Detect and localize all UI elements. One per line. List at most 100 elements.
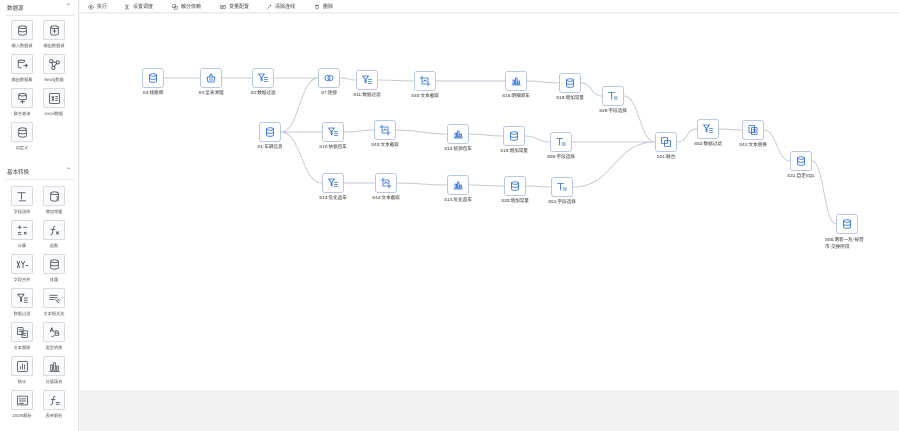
sidebar-section-header[interactable]: 基本转换 ⌃: [0, 166, 78, 180]
flow-node-label: S55:两客一危-按营市-交换所得: [825, 237, 864, 249]
union-query-icon: [11, 88, 33, 108]
sidebar-tool-item[interactable]: 文本格式化: [40, 288, 70, 320]
node-basket-icon: [200, 68, 222, 88]
node-bars-icon: [447, 175, 469, 195]
node-field-icon: [550, 132, 572, 152]
section-divider: [5, 15, 74, 16]
sidebar-tool-item[interactable]: excel数据: [40, 88, 70, 120]
json-parse-icon: [11, 390, 33, 410]
sidebar-tool-item[interactable]: 增加常量: [40, 186, 70, 218]
flow-node-label: S51:字段选择: [548, 199, 576, 204]
flow-node[interactable]: S41:文本替换: [713, 120, 793, 150]
toolbar-button[interactable]: 删除: [314, 0, 333, 13]
node-field-icon: [551, 177, 573, 197]
toolbar-button-label: 执行: [97, 4, 108, 10]
sidebar-section-title: 基本转换: [7, 170, 30, 176]
node-filter-icon: [322, 173, 344, 193]
toolbar-button-label: 设置调度: [133, 4, 154, 10]
flow-node-label: S21:联合: [656, 154, 676, 159]
sidebar-tool-item[interactable]: 排重: [40, 254, 70, 286]
node-crop-icon: [414, 71, 436, 91]
filter-icon: [11, 288, 33, 308]
sidebar-tool-label: excel数据: [44, 111, 64, 116]
flow-node[interactable]: S31:自定SQL: [761, 151, 841, 181]
sidebar-tool-item[interactable]: 函数: [40, 220, 70, 252]
form-parse-icon: [43, 390, 65, 410]
sidebar-tool-item[interactable]: 表单解析: [40, 390, 70, 422]
custom-database-icon: [11, 122, 33, 142]
sidebar-tool-label: 增加常量: [45, 209, 63, 214]
flow-node-label: S43:文本截取: [371, 142, 399, 147]
sidebar-tool-label: 自定义: [15, 145, 29, 150]
toolbar: 执行 设置调度 触分依赖 变量配置 清除连线 删除: [80, 0, 899, 13]
sidebar-tool-label: 类型转换: [45, 345, 63, 350]
database-input-icon: [11, 20, 33, 40]
toolbar-button[interactable]: 设置调度: [124, 0, 153, 13]
type-convert-icon: [43, 322, 65, 342]
node-filter-icon: [322, 122, 344, 142]
toolbar-button[interactable]: 触分依赖: [172, 0, 201, 13]
sidebar-tool-label: 输出数据源: [43, 43, 65, 48]
sidebar-tool-item[interactable]: 分值填充: [40, 356, 70, 388]
node-crop-icon: [374, 120, 396, 140]
sidebar-tool-item[interactable]: 类型转换: [40, 322, 70, 354]
sidebar-tool-label: 排重: [49, 277, 59, 282]
toolbar-button[interactable]: 变量配置: [220, 0, 249, 13]
flow-node[interactable]: S51:字段选择: [522, 177, 602, 207]
node-copy-icon: [742, 120, 764, 140]
sidebar-tool-label: Neo4j数据: [44, 77, 64, 82]
play-icon: [88, 4, 94, 10]
node-database-icon: [259, 122, 281, 142]
toolbar-button[interactable]: 执行: [88, 0, 107, 13]
flow-node-label: S31:自定SQL: [787, 173, 815, 178]
dependency-icon: [172, 4, 178, 10]
field-select-icon: [11, 186, 33, 206]
sidebar-tool-label: 函数: [49, 243, 59, 248]
dedupe-icon: [43, 254, 65, 274]
flow-node-label: S50:字段选择: [547, 154, 575, 159]
toolbar-button[interactable]: 清除连线: [266, 0, 295, 13]
calculator-icon: [11, 220, 33, 240]
flow-node-label: S49:字段选择: [599, 108, 627, 113]
stats-icon: [11, 356, 33, 376]
flow-node-label: S41:文本替换: [739, 142, 767, 147]
database-output-icon: [43, 20, 65, 40]
component-sidebar: 数据源 ⌃ 输入数据源 输出数据源 输出数据集 Neo4j数据 联合查询 excel数据 自定义…: [0, 0, 79, 431]
flow-node[interactable]: S55:两客一危-按营市-交换所得: [807, 214, 887, 249]
chevron-up-icon[interactable]: ⌃: [66, 167, 71, 174]
node-crop-icon: [375, 173, 397, 193]
node-filter-icon: [252, 68, 274, 88]
sidebar-tool-item[interactable]: 输出数据源: [40, 20, 70, 52]
flow-node[interactable]: S43:文本截取: [345, 120, 425, 150]
graph-nodes-icon: [43, 54, 65, 74]
sidebar-section-title: 数据源: [7, 6, 24, 12]
schedule-icon: [124, 4, 130, 10]
node-database-icon: [836, 214, 858, 234]
flow-node[interactable]: S49:字段选择: [573, 86, 653, 116]
text-format-icon: [43, 288, 65, 308]
sidebar-tool-label: 表单解析: [45, 413, 63, 418]
flow-node[interactable]: S44:文本截取: [346, 173, 426, 203]
flow-node[interactable]: S40:文本截取: [385, 71, 465, 101]
bottom-panel: [80, 390, 899, 431]
toolbar-button-label: 清除连线: [275, 4, 296, 10]
sidebar-tool-item[interactable]: 自定义: [8, 122, 38, 154]
node-bars-icon: [505, 71, 527, 91]
delete-icon: [314, 4, 320, 10]
app-window: 数据源 ⌃ 输入数据源 输出数据源 输出数据集 Neo4j数据 联合查询 excel数据 自定义…: [0, 0, 899, 431]
toolbar-button-label: 触分依赖: [181, 4, 202, 10]
flow-node-label: S44:文本截取: [372, 195, 400, 200]
node-field-icon: [602, 86, 624, 106]
flow-node[interactable]: S50:字段选择: [521, 132, 601, 162]
sidebar-section-header[interactable]: 数据源 ⌃: [0, 2, 78, 16]
node-bars-icon: [447, 124, 469, 144]
flow-canvas[interactable]: S2:线路牌 S4:全表清理 S3:数据过滤 S7:连接 S11:数据过滤 S40:文本截…: [80, 14, 899, 390]
chevron-up-icon[interactable]: ⌃: [66, 3, 71, 10]
node-database-icon: [142, 68, 164, 88]
clear-lines-icon: [266, 4, 272, 10]
node-filter-icon: [356, 70, 378, 90]
sidebar-tool-item[interactable]: Neo4j数据: [40, 54, 70, 86]
value-fill-icon: [43, 356, 65, 376]
toolbar-button-label: 变量配置: [229, 4, 250, 10]
toolbar-button-label: 删除: [323, 4, 334, 10]
